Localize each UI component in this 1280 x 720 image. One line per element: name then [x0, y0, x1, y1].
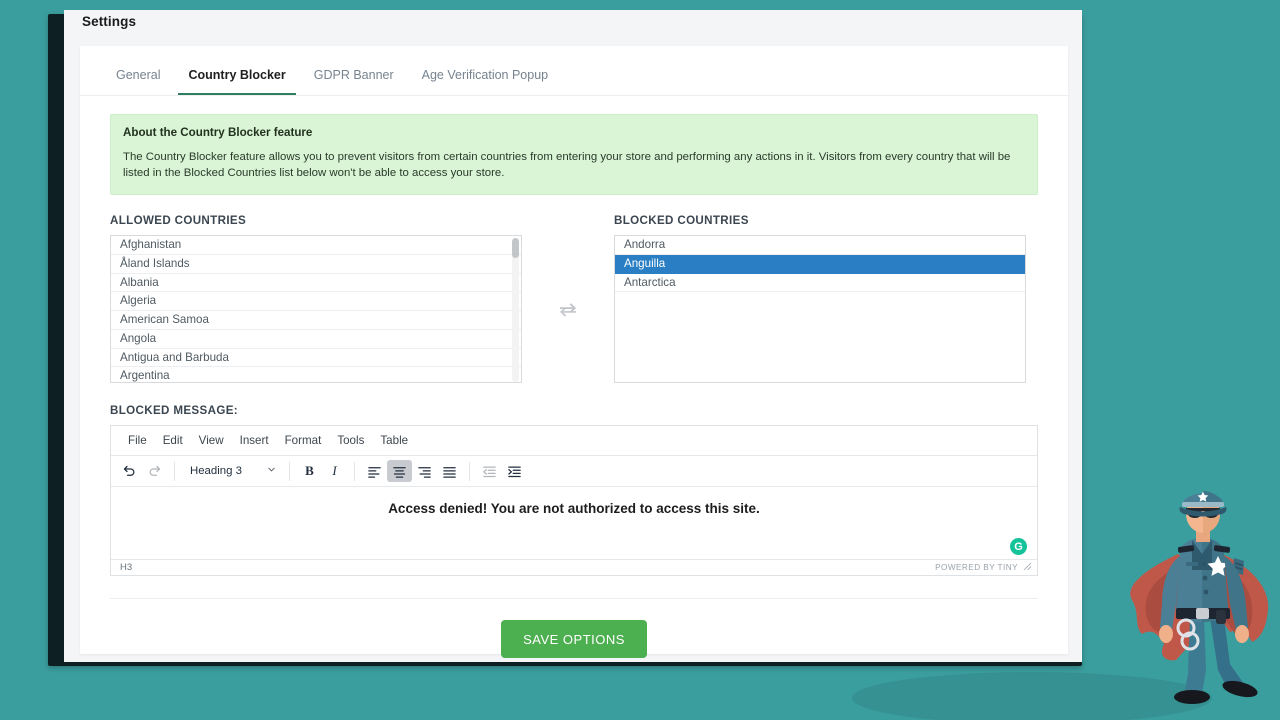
page-header: Settings	[64, 10, 1082, 40]
editor-statusbar: H3 POWERED BY TINY	[111, 559, 1037, 575]
editor-content-area[interactable]: Access denied! You are not authorized to…	[111, 487, 1037, 559]
list-item[interactable]: Antigua and Barbuda	[111, 349, 521, 368]
redo-icon[interactable]	[142, 460, 167, 482]
italic-glyph: I	[332, 463, 336, 479]
settings-card: General Country Blocker GDPR Banner Age …	[80, 46, 1068, 654]
save-options-button[interactable]: SAVE OPTIONS	[501, 620, 647, 658]
allowed-countries-scroll[interactable]: Afghanistan Åland Islands Albania Algeri…	[111, 236, 521, 382]
menu-file[interactable]: File	[121, 433, 154, 448]
allowed-countries-scrollbar[interactable]	[512, 238, 519, 382]
settings-tabs: General Country Blocker GDPR Banner Age …	[80, 46, 1068, 96]
align-right-icon[interactable]	[412, 460, 437, 482]
align-justify-icon[interactable]	[437, 460, 462, 482]
list-item[interactable]: Afghanistan	[111, 236, 521, 255]
tab-gdpr-banner[interactable]: GDPR Banner	[304, 68, 404, 95]
list-item[interactable]: Algeria	[111, 292, 521, 311]
country-transfer-lists: ALLOWED COUNTRIES Afghanistan Åland Isla…	[110, 214, 1038, 386]
menu-edit[interactable]: Edit	[156, 433, 190, 448]
settings-card-body: About the Country Blocker feature The Co…	[80, 96, 1068, 658]
element-path[interactable]: H3	[120, 562, 132, 573]
list-item[interactable]: Angola	[111, 330, 521, 349]
tab-general[interactable]: General	[106, 68, 170, 95]
powered-by-tiny-label[interactable]: POWERED BY TINY	[935, 563, 1018, 572]
list-item[interactable]: Albania	[111, 274, 521, 293]
allowed-countries-label: ALLOWED COUNTRIES	[110, 214, 522, 227]
section-divider	[110, 598, 1038, 599]
transfer-controls	[522, 238, 614, 386]
menu-insert[interactable]: Insert	[233, 433, 276, 448]
toolbar-separator	[354, 462, 355, 481]
editor-menubar: File Edit View Insert Format Tools Table	[111, 426, 1037, 456]
toolbar-separator	[174, 462, 175, 481]
tab-country-blocker[interactable]: Country Blocker	[178, 68, 295, 95]
indent-group	[477, 460, 527, 482]
blocked-countries-column: BLOCKED COUNTRIES Andorra Anguilla Antar…	[614, 214, 1026, 383]
menu-tools[interactable]: Tools	[330, 433, 371, 448]
list-item[interactable]: Antarctica	[615, 274, 1025, 293]
italic-icon[interactable]: I	[322, 460, 347, 482]
blocked-message-label: BLOCKED MESSAGE:	[110, 404, 1038, 417]
outdent-icon[interactable]	[477, 460, 502, 482]
blocked-countries-list[interactable]: Andorra Anguilla Antarctica	[614, 235, 1026, 383]
device-screen: Settings General Country Blocker GDPR Ba…	[64, 10, 1082, 662]
chevron-down-icon	[266, 464, 277, 478]
list-item[interactable]: Åland Islands	[111, 255, 521, 274]
alignment-group	[362, 460, 462, 482]
align-center-icon[interactable]	[387, 460, 412, 482]
grammarly-icon[interactable]: G	[1010, 538, 1027, 555]
exchange-arrows-icon[interactable]	[557, 301, 579, 324]
blocked-countries-scroll[interactable]: Andorra Anguilla Antarctica	[615, 236, 1025, 382]
align-left-icon[interactable]	[362, 460, 387, 482]
menu-table[interactable]: Table	[373, 433, 415, 448]
notice-title: About the Country Blocker feature	[123, 126, 1025, 139]
bold-glyph: B	[305, 463, 314, 479]
save-row: SAVE OPTIONS	[110, 620, 1038, 658]
format-select-value: Heading 3	[190, 465, 242, 477]
editor-toolbar: Heading 3 B I	[111, 456, 1037, 487]
rich-text-editor: File Edit View Insert Format Tools Table	[110, 425, 1038, 576]
allowed-countries-list[interactable]: Afghanistan Åland Islands Albania Algeri…	[110, 235, 522, 383]
indent-icon[interactable]	[502, 460, 527, 482]
toolbar-separator	[469, 462, 470, 481]
about-feature-notice: About the Country Blocker feature The Co…	[110, 114, 1038, 195]
list-item[interactable]: American Samoa	[111, 311, 521, 330]
format-select[interactable]: Heading 3	[182, 460, 282, 482]
tab-age-verification-popup[interactable]: Age Verification Popup	[412, 68, 558, 95]
allowed-countries-column: ALLOWED COUNTRIES Afghanistan Åland Isla…	[110, 214, 522, 383]
resize-handle-icon[interactable]	[1023, 562, 1032, 573]
scrollbar-thumb[interactable]	[512, 238, 519, 258]
blocked-message-text: Access denied! You are not authorized to…	[121, 501, 1027, 517]
list-item-selected[interactable]: Anguilla	[615, 255, 1025, 274]
blocked-countries-label: BLOCKED COUNTRIES	[614, 214, 1026, 227]
statusbar-right: POWERED BY TINY	[935, 562, 1032, 573]
text-style-group: B I	[297, 460, 347, 482]
menu-format[interactable]: Format	[278, 433, 329, 448]
list-item[interactable]: Argentina	[111, 367, 521, 382]
superhero-police-officer-mascot	[1118, 478, 1280, 720]
bold-icon[interactable]: B	[297, 460, 322, 482]
menu-view[interactable]: View	[192, 433, 231, 448]
list-item[interactable]: Andorra	[615, 236, 1025, 255]
undo-icon[interactable]	[117, 460, 142, 482]
page-title: Settings	[82, 14, 136, 29]
notice-text: The Country Blocker feature allows you t…	[123, 149, 1025, 181]
toolbar-separator	[289, 462, 290, 481]
history-group	[117, 460, 167, 482]
